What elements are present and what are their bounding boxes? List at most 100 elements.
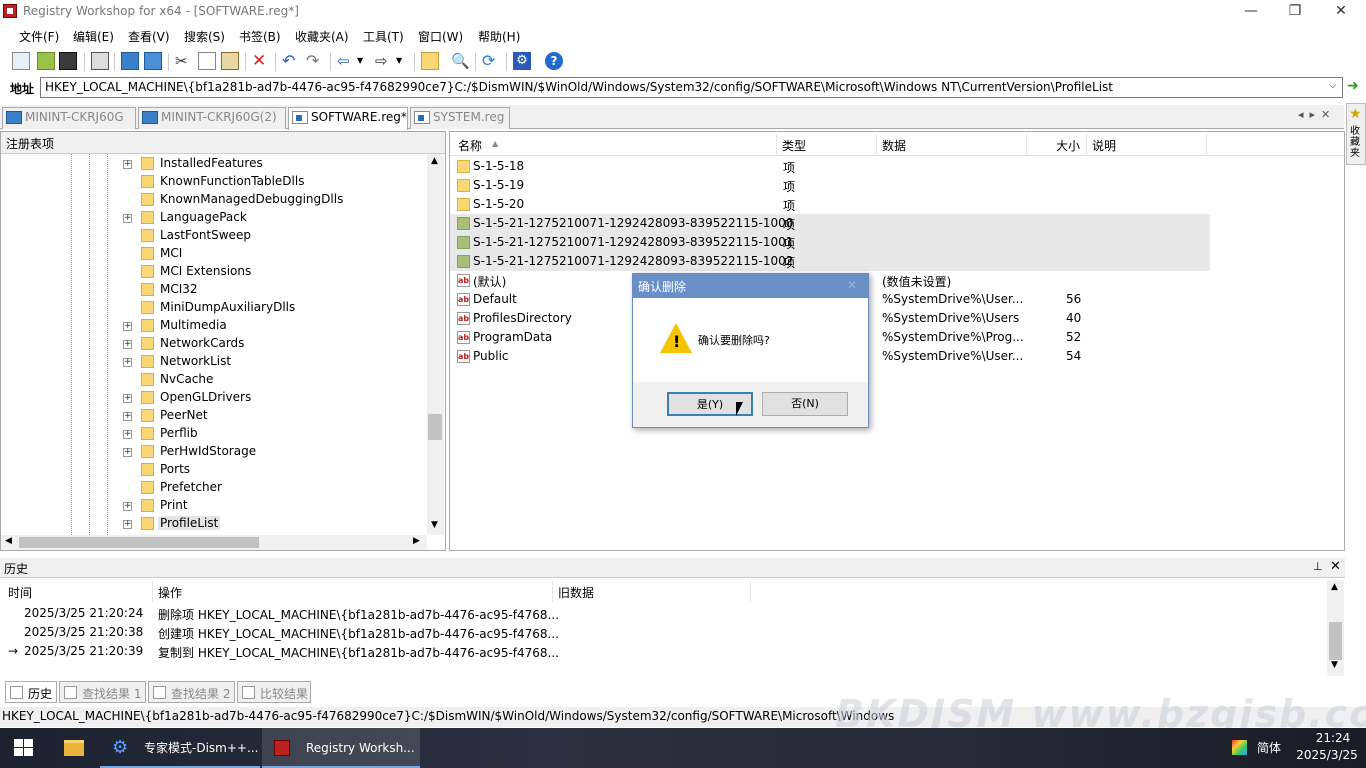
tree-item[interactable]: LastFontSweep xyxy=(1,227,421,245)
tree-item[interactable]: KnownManagedDebuggingDlls xyxy=(1,191,421,209)
tree-item[interactable]: MCI xyxy=(1,245,421,263)
menu-search[interactable]: 搜索(S) xyxy=(184,28,225,45)
tree-horizontal-scrollbar[interactable]: ◀ ▶ xyxy=(1,535,427,550)
history-close-button[interactable]: ✕ xyxy=(1330,559,1341,574)
column-type[interactable]: 类型 xyxy=(782,137,806,154)
screenshot-icon[interactable] xyxy=(91,52,109,70)
expand-icon[interactable]: + xyxy=(123,322,132,331)
dialog-close-button[interactable]: ✕ xyxy=(847,278,857,292)
menu-help[interactable]: 帮助(H) xyxy=(478,28,520,45)
disconnect-remote-icon[interactable] xyxy=(144,52,162,70)
tree-item[interactable]: + NetworkList xyxy=(1,353,421,371)
tree-item[interactable]: MCI32 xyxy=(1,281,421,299)
pin-icon[interactable]: ⊥ xyxy=(1313,560,1323,573)
column-name[interactable]: 名称 xyxy=(458,137,482,154)
tab-compare-results[interactable]: 比较结果 xyxy=(237,681,311,703)
color-tray-icon[interactable] xyxy=(1232,740,1247,755)
list-row[interactable]: S-1-5-21-1275210071-1292428093-839522115… xyxy=(450,252,1210,271)
ime-indicator[interactable]: 简体 xyxy=(1257,739,1281,756)
forward-dropdown-icon[interactable]: ▼ xyxy=(396,52,414,70)
list-row[interactable]: S-1-5-20 项 xyxy=(450,195,1210,214)
menu-window[interactable]: 窗口(W) xyxy=(418,28,463,45)
column-separator[interactable] xyxy=(552,580,553,602)
column-separator[interactable] xyxy=(750,580,751,602)
scroll-left-icon[interactable]: ◀ xyxy=(5,536,12,546)
scroll-down-icon[interactable]: ▼ xyxy=(1331,660,1338,670)
tab-find-results-2[interactable]: 查找结果 2 xyxy=(148,681,235,703)
menu-view[interactable]: 查看(V) xyxy=(128,28,170,45)
file-explorer-button[interactable] xyxy=(50,728,98,768)
column-separator[interactable] xyxy=(1206,134,1207,154)
menu-file[interactable]: 文件(F) xyxy=(19,28,59,45)
options-gear-icon[interactable]: ⚙ xyxy=(513,52,531,70)
tree-item[interactable]: + LanguagePack xyxy=(1,209,421,227)
save-icon[interactable] xyxy=(59,52,77,70)
tree-item[interactable]: NvCache xyxy=(1,371,421,389)
restore-button[interactable]: ❐ xyxy=(1272,0,1318,24)
menu-bookmarks[interactable]: 书签(B) xyxy=(239,28,281,45)
go-arrow-icon[interactable]: ➜ xyxy=(1347,79,1361,93)
close-button[interactable]: ✕ xyxy=(1318,0,1364,24)
tree-item[interactable]: + Multimedia xyxy=(1,317,421,335)
tree-item[interactable]: + Perflib xyxy=(1,425,421,443)
scroll-thumb[interactable] xyxy=(1329,622,1342,660)
history-column-time[interactable]: 时间 xyxy=(8,584,32,601)
tree-vertical-scrollbar[interactable]: ▲ ▼ xyxy=(427,154,444,535)
tree-item[interactable]: + ProfileList xyxy=(1,515,421,533)
expand-icon[interactable]: + xyxy=(123,394,132,403)
column-data[interactable]: 数据 xyxy=(882,137,906,154)
column-separator[interactable] xyxy=(152,580,153,602)
scroll-right-icon[interactable]: ▶ xyxy=(413,536,420,546)
column-description[interactable]: 说明 xyxy=(1092,137,1116,154)
tab-system-reg[interactable]: SYSTEM.reg xyxy=(410,107,510,129)
scroll-down-icon[interactable]: ▼ xyxy=(431,520,438,530)
expand-icon[interactable]: + xyxy=(123,430,132,439)
tree-item[interactable]: + NetworkCards xyxy=(1,335,421,353)
parent-key-icon[interactable] xyxy=(421,52,439,70)
back-dropdown-icon[interactable]: ▼ xyxy=(357,52,375,70)
open-computer-icon[interactable] xyxy=(12,52,30,70)
tree-item[interactable]: MiniDumpAuxiliaryDlls xyxy=(1,299,421,317)
find-icon[interactable]: 🔍 xyxy=(451,52,470,70)
menu-tools[interactable]: 工具(T) xyxy=(363,28,404,45)
history-column-old-data[interactable]: 旧数据 xyxy=(558,584,594,601)
address-input[interactable]: HKEY_LOCAL_MACHINE\{bf1a281b-ad7b-4476-a… xyxy=(40,77,1343,98)
paste-icon[interactable] xyxy=(221,52,239,70)
refresh-icon[interactable]: ⟳ xyxy=(482,52,500,70)
tab-software-reg[interactable]: SOFTWARE.reg* xyxy=(288,107,408,130)
scroll-up-icon[interactable]: ▲ xyxy=(431,156,438,166)
menu-edit[interactable]: 编辑(E) xyxy=(73,28,114,45)
history-row[interactable]: 2025/3/25 21:20:24 删除项 HKEY_LOCAL_MACHINE… xyxy=(0,604,1320,623)
list-row[interactable]: S-1-5-21-1275210071-1292428093-839522115… xyxy=(450,233,1210,252)
minimize-button[interactable]: — xyxy=(1228,0,1274,24)
clock-time[interactable]: 21:24 xyxy=(1308,731,1358,745)
history-row[interactable]: 2025/3/25 21:20:38 创建项 HKEY_LOCAL_MACHINE… xyxy=(0,623,1320,642)
back-icon[interactable]: ⇦ xyxy=(337,52,355,70)
list-row[interactable]: S-1-5-19 项 xyxy=(450,176,1210,195)
tab-minint-ckrj60g-2[interactable]: MININT-CKRJ60G(2) xyxy=(138,107,286,129)
tree-item[interactable]: + OpenGLDrivers xyxy=(1,389,421,407)
tree-item[interactable]: MCI Extensions xyxy=(1,263,421,281)
connect-remote-icon[interactable] xyxy=(121,52,139,70)
scroll-up-icon[interactable]: ▲ xyxy=(1331,582,1338,592)
expand-icon[interactable]: + xyxy=(123,412,132,421)
column-size[interactable]: 大小 xyxy=(1056,137,1080,154)
scroll-thumb[interactable] xyxy=(428,414,442,440)
history-row[interactable]: → 2025/3/25 21:20:39 复制到 HKEY_LOCAL_MACHIN… xyxy=(0,642,1320,661)
list-row[interactable]: S-1-5-21-1275210071-1292428093-839522115… xyxy=(450,214,1210,233)
tree-item[interactable]: Ports xyxy=(1,461,421,479)
column-separator[interactable] xyxy=(1026,134,1027,154)
scroll-thumb[interactable] xyxy=(19,537,259,548)
taskbar-registry-workshop-button[interactable]: Registry Worksh... xyxy=(262,728,420,768)
column-separator[interactable] xyxy=(776,134,777,154)
menu-favorites[interactable]: 收藏夹(A) xyxy=(295,28,349,45)
windows-start-icon[interactable] xyxy=(14,739,34,757)
tree-item[interactable]: KnownFunctionTableDlls xyxy=(1,173,421,191)
history-column-operation[interactable]: 操作 xyxy=(158,584,182,601)
clock-date[interactable]: 2025/3/25 xyxy=(1293,748,1361,762)
no-button[interactable]: 否(N) xyxy=(762,392,848,416)
open-hive-icon[interactable] xyxy=(37,52,55,70)
redo-icon[interactable]: ↷ xyxy=(306,52,324,70)
expand-icon[interactable]: + xyxy=(123,358,132,367)
list-row[interactable]: S-1-5-18 项 xyxy=(450,157,1210,176)
